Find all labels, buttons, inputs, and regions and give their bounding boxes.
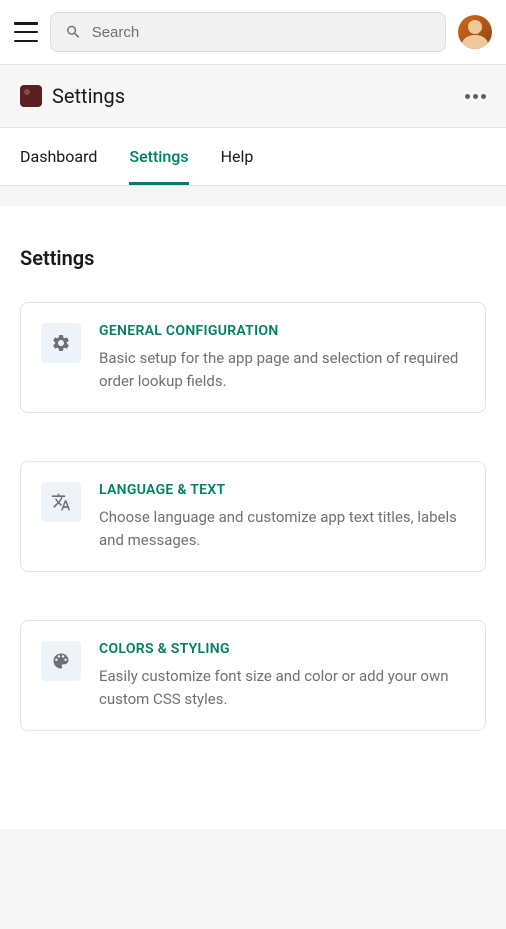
spacer [0,186,506,206]
language-icon-wrapper [41,482,81,522]
app-title: Settings [52,84,125,108]
card-title: GENERAL CONFIGURATION [99,323,465,339]
card-language-text[interactable]: LANGUAGE & TEXT Choose language and cust… [20,461,486,572]
app-title-left: Settings [20,84,125,108]
card-description: Basic setup for the app page and selecti… [99,347,465,392]
card-description: Easily customize font size and color or … [99,665,465,710]
app-title-bar: Settings [0,64,506,128]
hamburger-menu-icon[interactable] [14,22,38,42]
palette-icon [51,651,71,671]
card-title: LANGUAGE & TEXT [99,482,465,498]
card-general-configuration[interactable]: GENERAL CONFIGURATION Basic setup for th… [20,302,486,413]
search-bar[interactable] [50,12,446,52]
more-icon[interactable] [465,94,486,99]
search-icon [65,23,82,41]
language-icon [51,492,71,512]
gear-icon [51,333,71,353]
card-title: COLORS & STYLING [99,641,465,657]
card-colors-styling[interactable]: COLORS & STYLING Easily customize font s… [20,620,486,731]
tabs: Dashboard Settings Help [0,128,506,186]
palette-icon-wrapper [41,641,81,681]
search-input[interactable] [92,24,431,41]
tab-dashboard[interactable]: Dashboard [20,128,97,185]
card-content: GENERAL CONFIGURATION Basic setup for th… [99,323,465,392]
user-avatar[interactable] [458,15,492,49]
tab-settings[interactable]: Settings [129,128,188,185]
footer-spacer [0,829,506,929]
tab-help[interactable]: Help [221,128,254,185]
card-description: Choose language and customize app text t… [99,506,465,551]
page-title: Settings [20,246,486,270]
app-icon [20,85,42,107]
card-content: LANGUAGE & TEXT Choose language and cust… [99,482,465,551]
gear-icon-wrapper [41,323,81,363]
card-content: COLORS & STYLING Easily customize font s… [99,641,465,710]
top-header [0,0,506,64]
main-content: Settings GENERAL CONFIGURATION Basic set… [0,206,506,799]
